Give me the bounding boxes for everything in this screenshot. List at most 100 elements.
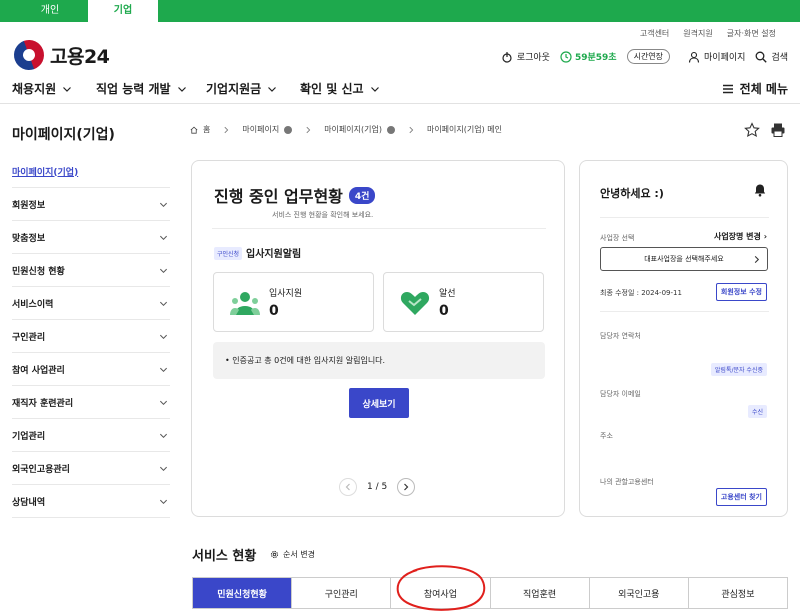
edit-member-info-button[interactable]: 회원정보 수정 <box>715 283 767 301</box>
tab-corporate[interactable]: 기업 <box>88 0 158 22</box>
chevron-down-icon <box>159 235 168 240</box>
last-modified-date: 최종 수정일 : 2024-09-11 <box>600 289 682 297</box>
bell-icon[interactable] <box>753 183 767 197</box>
stat-label: 알선 <box>439 289 456 299</box>
sidebar-item-consultation[interactable]: 상담내역 <box>12 485 170 518</box>
all-menu-button[interactable]: 전체 메뉴 <box>722 80 788 97</box>
stat-applications[interactable]: 입사지원 0 <box>213 272 374 332</box>
chevron-down-icon <box>159 400 168 405</box>
tab-interest-info[interactable]: 관심정보 <box>688 578 789 609</box>
contact-label: 담당자 연락처 <box>600 332 641 340</box>
reorder-button[interactable]: 순서 변경 <box>270 549 315 560</box>
breadcrumb-label: 홈 <box>203 125 211 134</box>
chevron-down-icon <box>159 268 168 273</box>
divider <box>600 311 769 312</box>
stat-referrals[interactable]: 알선 0 <box>383 272 544 332</box>
site-logo[interactable]: 고용24 <box>9 35 110 75</box>
breadcrumb-current: 마이페이지(기업) 메인 <box>427 124 502 135</box>
timer-text: 59분59초 <box>574 53 617 63</box>
sidebar-item-label: 기업관리 <box>12 431 46 442</box>
customer-center-link[interactable]: 고객센터 <box>640 28 669 39</box>
chevron-down-icon <box>159 466 168 471</box>
chevron-down-icon <box>177 86 186 92</box>
sidebar-item-employee-training[interactable]: 재직자 훈련관리 <box>12 386 170 419</box>
tab-recruitment-mgmt[interactable]: 구인관리 <box>292 578 392 609</box>
next-page-button[interactable] <box>397 478 416 496</box>
sidebar-item-foreign-employment[interactable]: 외국인고용관리 <box>12 452 170 485</box>
star-icon[interactable] <box>744 122 760 138</box>
breadcrumb-label: 마이페이지 <box>242 125 280 134</box>
card-pager: 1 / 5 <box>339 478 416 496</box>
logout-label: 로그아웃 <box>516 53 550 63</box>
sidebar-item-member-info[interactable]: 회원정보 <box>12 188 170 221</box>
remote-support-link[interactable]: 원격지원 <box>683 28 712 39</box>
all-menu-label: 전체 메뉴 <box>739 82 788 96</box>
tab-vocational-training[interactable]: 직업훈련 <box>490 578 590 609</box>
change-biz-name-link[interactable]: 사업장명 변경 › <box>714 231 767 242</box>
nav-label: 채용지원 <box>12 82 57 96</box>
breadcrumb-label: 마이페이지(기업) <box>324 125 382 134</box>
work-count-badge: 4건 <box>348 186 376 204</box>
prev-page-button[interactable] <box>339 478 357 496</box>
sidebar-item-label: 마이페이지(기업) <box>12 167 79 178</box>
search-icon <box>755 51 768 63</box>
handshake-heart-icon <box>400 292 430 315</box>
sidebar-item-participation[interactable]: 참여 사업관리 <box>12 353 170 386</box>
sidebar-item-mypage-corp[interactable]: 마이페이지(기업) <box>12 155 170 188</box>
sidebar-item-custom-info[interactable]: 맞춤정보 <box>12 221 170 254</box>
sidebar-item-civil-petition[interactable]: 민원신청 현황 <box>12 254 170 287</box>
stat-label: 입사지원 <box>269 289 303 299</box>
notification-status-badge: 알림톡/문자 수신중 <box>710 363 767 376</box>
tab-foreign-employment[interactable]: 외국인고용 <box>589 578 689 609</box>
tab-individual[interactable]: 개인 <box>0 0 100 22</box>
chevron-down-icon <box>159 499 168 504</box>
tab-civil-petition-status[interactable]: 민원신청현황 <box>193 578 293 609</box>
chevron-down-icon <box>159 301 168 306</box>
print-icon[interactable] <box>770 122 786 138</box>
center-label: 나의 관할고용센터 <box>600 478 654 486</box>
logout-button[interactable]: 로그아웃 <box>501 50 550 63</box>
nav-label: 기업지원금 <box>206 82 262 96</box>
sidebar-item-recruitment[interactable]: 구인관리 <box>12 320 170 353</box>
sidebar-item-company-mgmt[interactable]: 기업관리 <box>12 419 170 452</box>
gear-icon <box>270 550 279 559</box>
extend-session-button[interactable]: 시간연장 <box>626 49 671 64</box>
chevron-right-icon <box>306 126 311 133</box>
divider <box>600 217 769 218</box>
biz-select-dropdown[interactable]: 대표사업장을 선택해주세요 <box>600 247 768 271</box>
breadcrumb: 홈 마이페이지 마이페이지(기업) 마이페이지(기업) 메인 <box>190 124 502 135</box>
font-screen-settings-link[interactable]: 글자·화면 설정 <box>727 28 776 39</box>
nav-vocational-training[interactable]: 직업 능력 개발 <box>96 80 187 97</box>
search-button[interactable]: 검색 <box>755 50 788 63</box>
tab-participation-project[interactable]: 참여사업 <box>391 578 491 609</box>
mypage-label: 마이페이지 <box>704 53 746 63</box>
notice-title: 입사지원알림 <box>246 249 302 260</box>
breadcrumb-mypage[interactable]: 마이페이지 <box>242 124 293 135</box>
greeting-card: 안녕하세요 :) 사업장 선택 사업장명 변경 › 대표사업장을 선택해주세요 … <box>579 160 788 517</box>
biz-change-text: 사업장명 변경 <box>713 232 761 241</box>
nav-corporate-subsidy[interactable]: 기업지원금 <box>206 80 277 97</box>
chevron-down-icon <box>159 433 168 438</box>
sidebar-item-service-history[interactable]: 서비스이력 <box>12 287 170 320</box>
find-center-button[interactable]: 고용센터 찾기 <box>715 488 767 506</box>
view-detail-button[interactable]: 상세보기 <box>349 388 409 418</box>
search-label: 검색 <box>771 53 788 63</box>
sidebar-item-label: 맞춤정보 <box>12 233 46 244</box>
clock-icon <box>560 50 572 63</box>
nav-confirm-report[interactable]: 확인 및 신고 <box>300 80 380 97</box>
nav-job-support[interactable]: 채용지원 <box>12 80 72 97</box>
address-label: 주소 <box>600 432 613 440</box>
greeting-title: 안녕하세요 :) <box>600 187 664 200</box>
home-icon <box>190 126 198 134</box>
breadcrumb-home[interactable]: 홈 <box>190 124 210 135</box>
breadcrumb-mypage-corp[interactable]: 마이페이지(기업) <box>324 124 395 135</box>
dropdown-dot-icon <box>386 125 395 134</box>
mypage-link[interactable]: 마이페이지 <box>688 50 745 63</box>
stat-value: 0 <box>439 303 449 319</box>
biz-select-placeholder: 대표사업장을 선택해주세요 <box>644 255 724 263</box>
dropdown-dot-icon <box>284 125 293 134</box>
sidebar-item-label: 참여 사업관리 <box>12 365 65 376</box>
chevron-down-icon <box>159 202 168 207</box>
sidebar-item-label: 구인관리 <box>12 332 46 343</box>
people-icon <box>230 292 260 315</box>
